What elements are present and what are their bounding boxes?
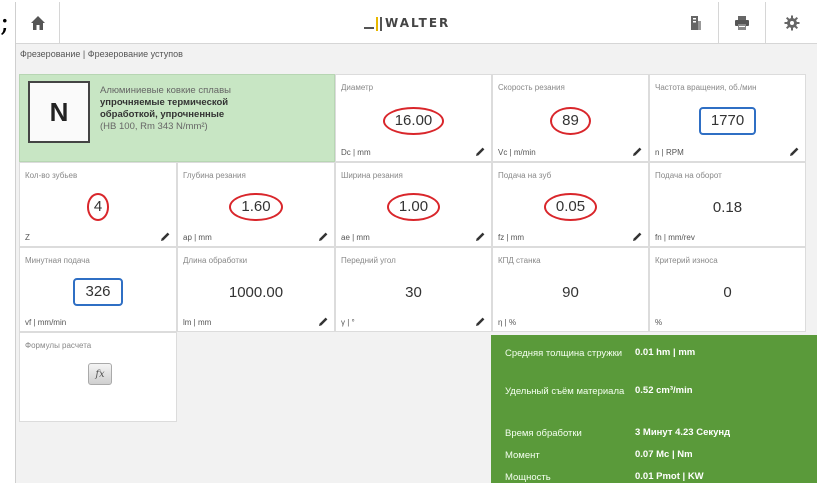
param-value-feed-per-tooth: 0.05 [543, 193, 598, 221]
gear-icon [784, 15, 800, 31]
param-unit: η | % [498, 318, 517, 327]
param-unit: fn | mm/rev [655, 233, 695, 242]
document-button[interactable] [674, 2, 718, 44]
pencil-icon[interactable] [474, 146, 486, 158]
top-bar: WALTER [16, 2, 817, 44]
param-diameter[interactable]: Диаметр 16.00 Dc | mm [335, 74, 492, 162]
param-unit: % [655, 318, 663, 327]
print-icon [735, 16, 749, 30]
pencil-icon[interactable] [631, 146, 643, 158]
param-depth[interactable]: Глубина резания 1.60 ap | mm [177, 162, 335, 247]
param-unit: vf | mm/min [25, 318, 67, 327]
param-label: Частота вращения, об./мин [655, 83, 757, 92]
param-value-spindle-speed: 1770 [698, 107, 757, 135]
param-value-wear: 0 [723, 284, 732, 301]
material-line-3: (HB 100, Rm 343 N/mm²) [100, 121, 208, 132]
result-label: Время обработки [505, 428, 582, 439]
param-label: Длина обработки [183, 256, 248, 265]
param-label: Ширина резания [341, 171, 403, 180]
result-label: Средняя толщина стружки [505, 348, 623, 359]
param-feed-per-minute[interactable]: Минутная подача 326 vf | mm/min [19, 247, 177, 332]
pencil-icon[interactable] [317, 316, 329, 328]
param-value-width: 1.00 [386, 193, 441, 221]
result-value: 0.01 Pmot | KW [635, 471, 704, 482]
param-value-diameter: 16.00 [382, 107, 445, 135]
material-description: Алюминиевые ковкие сплавы упрочняемые те… [100, 85, 275, 133]
pencil-icon[interactable] [159, 231, 171, 243]
param-efficiency[interactable]: КПД станка 90 η | % [492, 247, 649, 332]
param-label: Глубина резания [183, 171, 246, 180]
formulas-label: Формулы расчета [25, 341, 92, 350]
result-value: 3 Минут 4.23 Секунд [635, 427, 731, 438]
param-label: КПД станка [498, 256, 541, 265]
param-unit: lm | mm [183, 318, 212, 327]
top-fragment-text: ; [0, 5, 10, 38]
param-label: Минутная подача [25, 256, 90, 265]
walter-logo: WALTER [364, 14, 450, 32]
param-width[interactable]: Ширина резания 1.00 ae | mm [335, 162, 492, 247]
fx-icon[interactable]: fx [88, 363, 112, 385]
param-label: Скорость резания [498, 83, 565, 92]
param-unit: Vc | m/min [498, 148, 536, 157]
param-label: Кол-во зубьев [25, 171, 78, 180]
param-value-efficiency: 90 [562, 284, 579, 301]
param-unit: fz | mm [498, 233, 525, 242]
results-panel: Средняя толщина стружки 0.01 hm | mm Уде… [491, 335, 817, 483]
result-label: Момент [505, 450, 540, 461]
param-unit: n | RPM [655, 148, 684, 157]
pencil-icon[interactable] [474, 231, 486, 243]
material-panel[interactable]: N Алюминиевые ковкие сплавы упрочняемые … [19, 74, 335, 162]
settings-button[interactable] [766, 2, 817, 44]
param-label: Подача на зуб [498, 171, 552, 180]
param-wear[interactable]: Критерий износа 0 % [649, 247, 806, 332]
param-unit: ap | mm [183, 233, 212, 242]
param-spindle-speed[interactable]: Частота вращения, об./мин 1770 n | RPM [649, 74, 806, 162]
param-label: Подача на оборот [655, 171, 722, 180]
result-value: 0.52 cm³/min [635, 385, 693, 396]
result-label: Мощность [505, 472, 551, 483]
param-unit: ae | mm [341, 233, 370, 242]
param-rake-angle[interactable]: Передний угол 30 γ | ° [335, 247, 492, 332]
logo-text: WALTER [385, 16, 451, 30]
app-window: WALTER Фрезерование | Фрезерование уступ… [15, 2, 817, 483]
param-label: Передний угол [341, 256, 396, 265]
param-label: Критерий износа [655, 256, 718, 265]
param-unit: Z [25, 233, 30, 242]
param-feed-per-rev: Подача на оборот 0.18 fn | mm/rev [649, 162, 806, 247]
pencil-icon[interactable] [631, 231, 643, 243]
param-value-feed-per-minute: 326 [73, 278, 123, 306]
param-value-depth: 1.60 [229, 193, 283, 221]
pencil-icon[interactable] [317, 231, 329, 243]
material-group-badge: N [28, 81, 90, 143]
breadcrumb: Фрезерование | Фрезерование уступов [20, 49, 183, 59]
param-cutting-speed[interactable]: Скорость резания 89 Vc | m/min [492, 74, 649, 162]
material-line-2: упрочняемые термической обработкой, упро… [100, 97, 229, 120]
param-feed-per-tooth[interactable]: Подача на зуб 0.05 fz | mm [492, 162, 649, 247]
document-icon [691, 16, 701, 30]
pencil-icon[interactable] [474, 316, 486, 328]
param-value-teeth: 4 [86, 193, 110, 221]
logo-mark [364, 15, 382, 31]
home-icon [30, 16, 45, 30]
result-value: 0.01 hm | mm [635, 347, 696, 358]
param-value-feed-per-rev: 0.18 [712, 199, 743, 216]
param-teeth[interactable]: Кол-во зубьев 4 Z [19, 162, 177, 247]
formulas-panel: Формулы расчета fx [19, 332, 177, 422]
result-label: Удельный съём материала [505, 386, 625, 397]
param-unit: Dc | mm [341, 148, 371, 157]
param-value-cutting-speed: 89 [550, 107, 591, 135]
material-line-1: Алюминиевые ковкие сплавы [100, 85, 231, 96]
print-button[interactable] [718, 2, 766, 44]
param-unit: γ | ° [341, 318, 355, 327]
param-value-rake-angle: 30 [405, 284, 422, 301]
pencil-icon[interactable] [788, 146, 800, 158]
param-length[interactable]: Длина обработки 1000.00 lm | mm [177, 247, 335, 332]
param-value-length: 1000.00 [228, 284, 284, 301]
home-button[interactable] [16, 2, 60, 44]
result-value: 0.07 Mc | Nm [635, 449, 693, 460]
param-label: Диаметр [341, 83, 374, 92]
